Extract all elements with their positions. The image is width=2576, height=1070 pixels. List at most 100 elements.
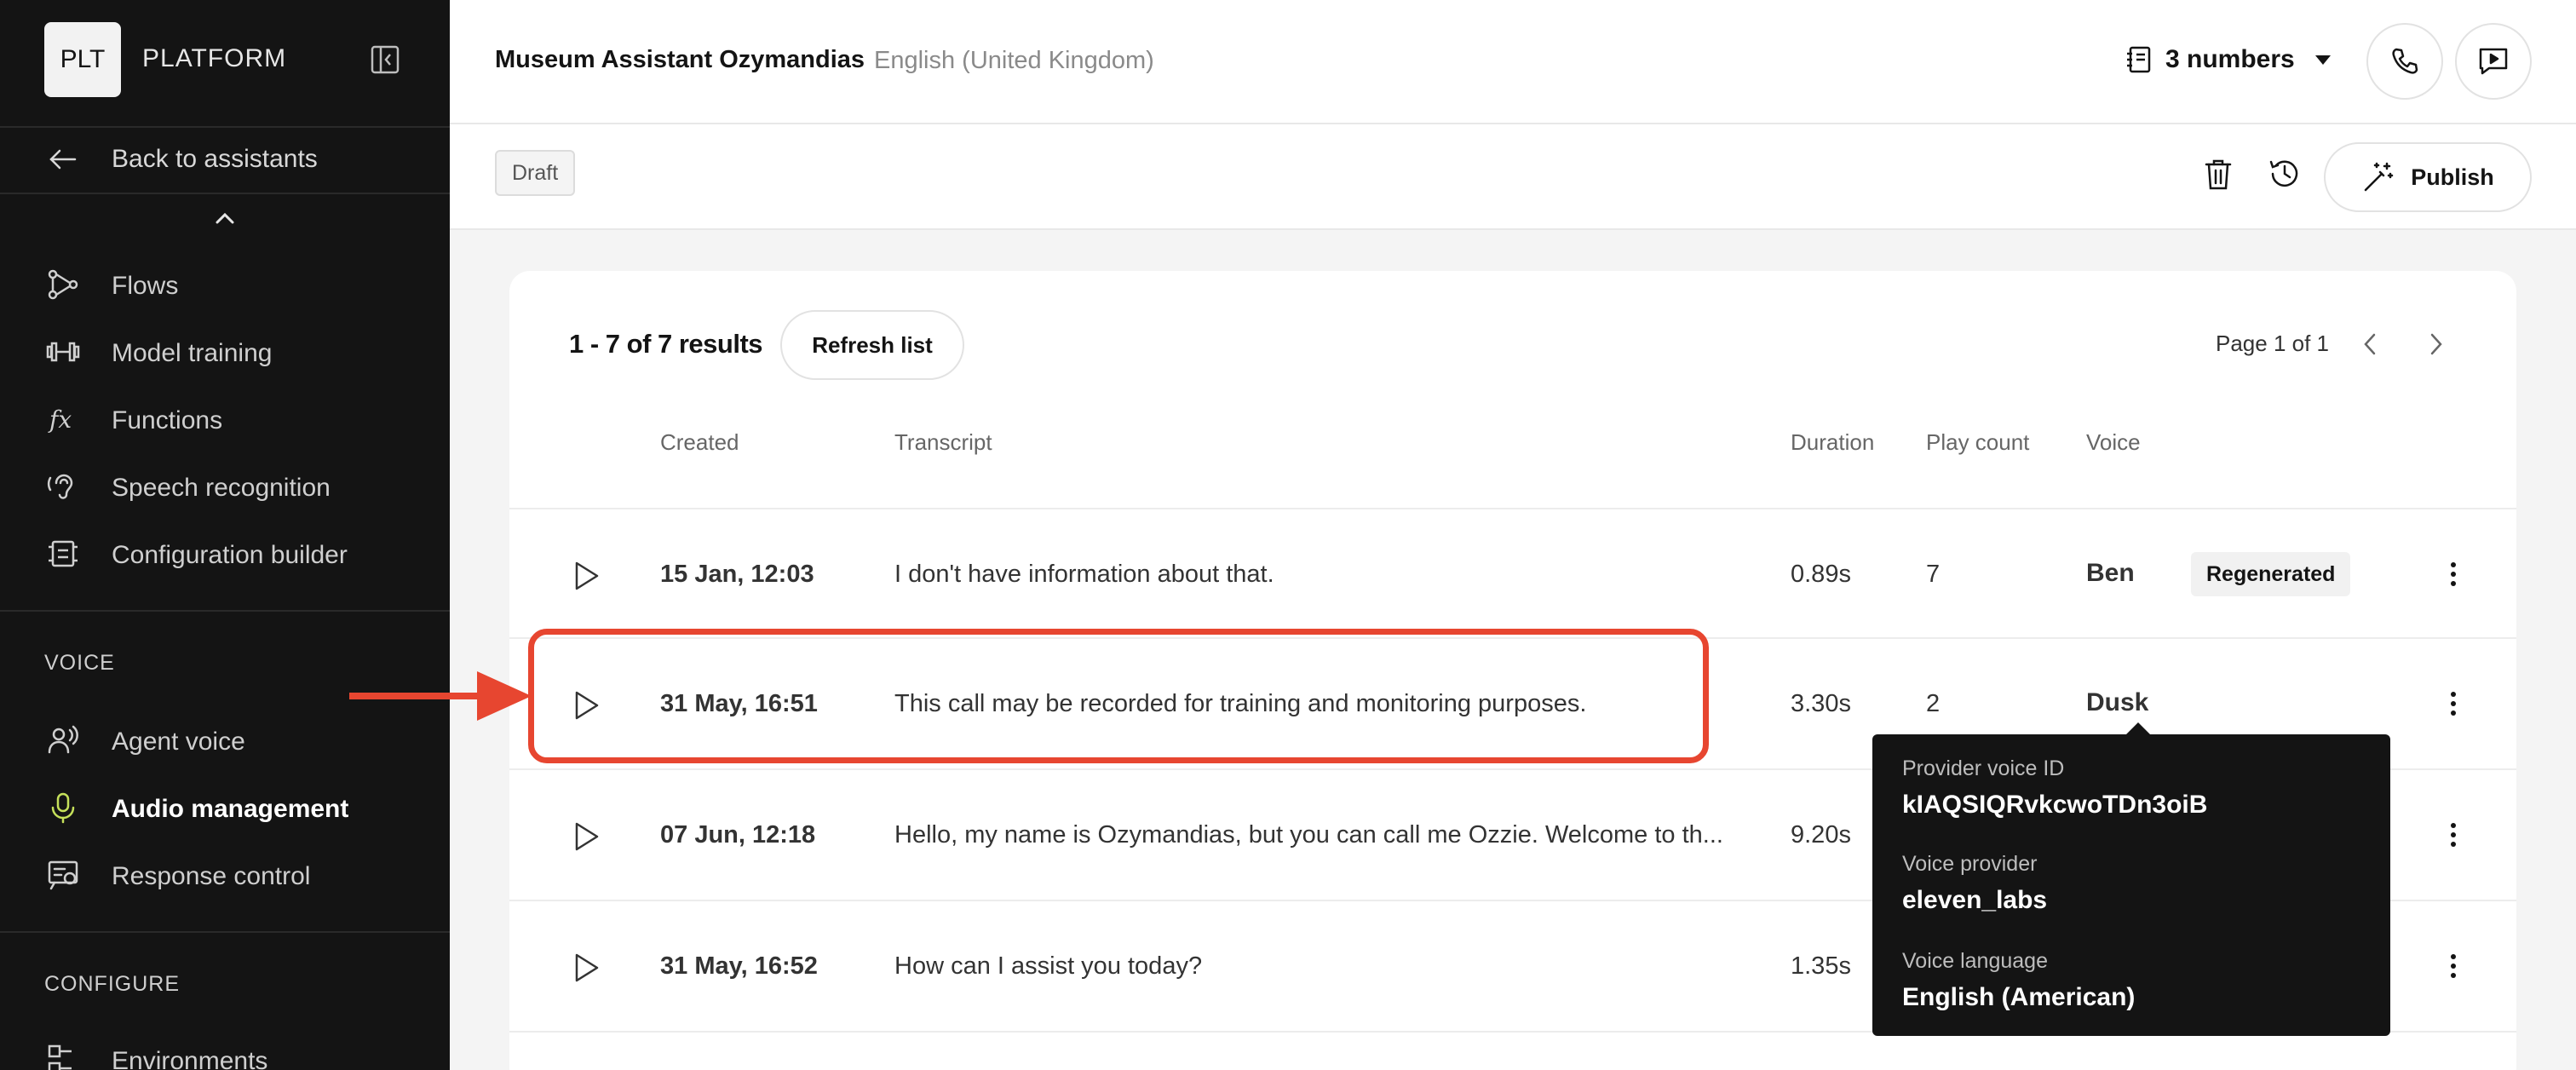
sub-bar: Draft Publish [450,124,2576,230]
voice-language-value: English (American) [1902,983,2136,1011]
dumbbell-icon [46,342,80,362]
duration-cell: 0.89s [1791,561,1851,588]
sidebar-item-label: Audio management [112,795,349,823]
sidebar-item-label: Response control [112,862,311,890]
voice-language-label: Voice language [1902,949,2048,973]
created-cell: 31 May, 16:52 [660,952,818,980]
back-to-assistants-link[interactable]: Back to assistants [0,129,450,189]
collapse-sidebar-icon[interactable] [370,44,400,75]
duration-cell: 1.35s [1791,952,1851,980]
history-icon[interactable] [2266,155,2303,193]
voice-cell[interactable]: Dusk [2086,688,2148,717]
sidebar-item-label: Functions [112,406,223,434]
sidebar-item-flows[interactable]: Flows [0,257,450,312]
function-icon: fx [48,406,72,434]
environments-icon [48,1044,72,1070]
more-options-icon[interactable] [2445,949,2462,983]
duration-cell: 9.20s [1791,821,1851,849]
chat-play-icon [2479,48,2508,75]
assistant-locale: English (United Kingdom) [874,47,1154,74]
back-label: Back to assistants [112,145,318,173]
transcript-cell: Hello, my name is Ozymandias, but you ca… [894,821,1723,849]
play-count-cell: 7 [1926,561,1941,588]
transcript-cell: How can I assist you today? [894,952,1203,980]
provider-voice-id-label: Provider voice ID [1902,756,2065,780]
divider [0,610,450,612]
voice-provider-label: Voice provider [1902,852,2038,876]
assistant-title: Museum Assistant Ozymandias [495,46,865,73]
sidebar-item-response-control[interactable]: Response control [0,848,450,902]
play-icon[interactable] [569,559,603,593]
sidebar: PLT PLATFORM Back to assistants Flows Mo… [0,0,450,1070]
publish-label: Publish [2411,164,2494,190]
brand-name: PLATFORM [142,44,287,72]
svg-text:fx: fx [48,406,72,434]
column-header-created[interactable]: Created [660,429,739,456]
duration-cell: 3.30s [1791,690,1851,717]
phonebook-icon [2127,46,2151,73]
provider-voice-id-value: kIAQSIQRvkcwoTDn3oiB [1902,791,2208,819]
sidebar-item-label: Environments [112,1047,268,1070]
sidebar-item-configuration-builder[interactable]: Configuration builder [0,526,450,581]
phone-icon [2392,48,2418,74]
next-page-icon[interactable] [2419,327,2453,361]
column-header-duration[interactable]: Duration [1791,429,1874,456]
top-bar: Museum Assistant Ozymandias English (Uni… [450,0,2576,124]
highlight-annotation [528,629,1709,763]
sidebar-item-environments[interactable]: Environments [0,1033,450,1070]
publish-button[interactable]: Publish [2324,142,2532,212]
sidebar-item-label: Flows [112,272,179,300]
annotation-arrow-icon [349,671,532,721]
sidebar-item-label: Configuration builder [112,541,348,569]
divider [0,931,450,933]
numbers-label: 3 numbers [2165,45,2295,73]
numbers-dropdown[interactable]: 3 numbers [2125,41,2332,78]
sidebar-item-functions[interactable]: fx Functions [0,392,450,446]
more-options-icon[interactable] [2445,557,2462,591]
config-icon [49,540,78,567]
prev-page-icon[interactable] [2353,327,2387,361]
agent-voice-icon [48,725,78,754]
created-cell: 15 Jan, 12:03 [660,561,814,588]
voice-details-tooltip: Provider voice ID kIAQSIQRvkcwoTDn3oiB V… [1872,722,2390,1036]
table-row[interactable]: 15 Jan, 12:03 I don't have information a… [509,509,2516,641]
magic-wand-icon [2364,162,2394,192]
voice-provider-value: eleven_labs [1902,886,2048,914]
page-indicator: Page 1 of 1 [2216,331,2329,356]
call-button[interactable] [2366,23,2443,100]
flows-icon [48,269,78,300]
response-control-icon [48,860,78,890]
play-icon[interactable] [569,820,603,854]
trash-icon[interactable] [2199,155,2237,193]
more-options-icon[interactable] [2445,818,2462,852]
refresh-list-button[interactable]: Refresh list [780,310,964,380]
sidebar-item-speech-recognition[interactable]: Speech recognition [0,459,450,514]
sidebar-item-label: Speech recognition [112,474,331,502]
microphone-icon [51,792,75,824]
created-cell: 07 Jun, 12:18 [660,821,816,849]
column-header-play-count[interactable]: Play count [1926,429,2029,456]
ear-icon [47,474,73,499]
chevron-up-icon[interactable] [213,208,237,228]
sidebar-item-label: Agent voice [112,728,245,756]
chat-button[interactable] [2455,23,2532,100]
transcript-cell: I don't have information about that. [894,561,1274,588]
sidebar-item-label: Model training [112,339,273,367]
brand-logo[interactable]: PLT [44,22,121,97]
play-count-cell: 2 [1926,690,1941,717]
play-icon[interactable] [569,951,603,985]
voice-section-heading: VOICE [44,651,115,675]
sidebar-item-model-training[interactable]: Model training [0,325,450,379]
column-header-voice[interactable]: Voice [2086,429,2141,456]
regenerated-badge: Regenerated [2191,552,2351,596]
divider [0,193,450,194]
sidebar-item-audio-management[interactable]: Audio management [0,780,450,835]
voice-cell[interactable]: Ben [2086,559,2135,588]
status-badge: Draft [495,150,576,196]
arrow-left-icon [49,149,77,170]
caret-down-icon [2314,55,2331,65]
divider [0,126,450,128]
more-options-icon[interactable] [2445,687,2462,721]
configure-section-heading: CONFIGURE [44,972,180,996]
column-header-transcript[interactable]: Transcript [894,429,992,456]
